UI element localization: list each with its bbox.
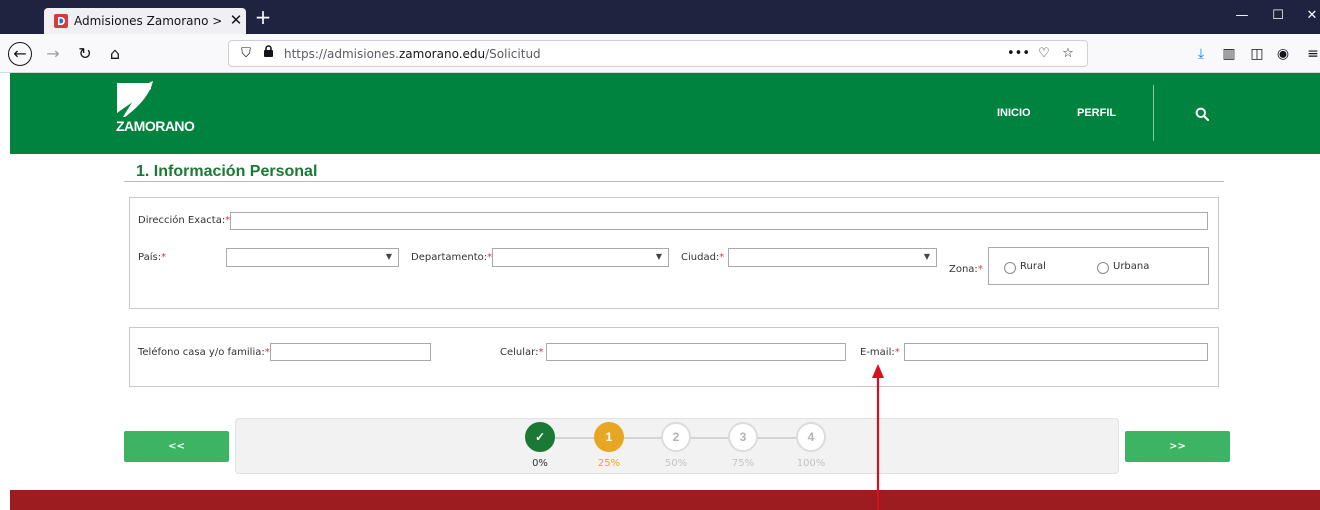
page-actions-icon[interactable]: ••• bbox=[1007, 45, 1030, 63]
step-4: 4 bbox=[796, 422, 826, 452]
zona-urbana-radio[interactable] bbox=[1097, 262, 1109, 274]
step-3: 3 bbox=[728, 422, 758, 452]
next-step-button[interactable]: >> bbox=[1125, 431, 1230, 462]
tab-close-icon[interactable]: ✕ bbox=[228, 11, 244, 29]
zona-urbana-label[interactable]: Urbana bbox=[1113, 261, 1149, 272]
sidebar-icon[interactable]: ◫ bbox=[1246, 43, 1268, 65]
maximize-window-icon[interactable]: ☐ bbox=[1268, 6, 1288, 26]
forward-arrow-icon[interactable]: → bbox=[42, 43, 64, 65]
url-text: https://admisiones.zamorano.edu/Solicitu… bbox=[284, 47, 541, 61]
step-3-percent: 75% bbox=[731, 458, 755, 469]
menu-icon[interactable]: ≡ bbox=[1302, 43, 1320, 65]
site-header: ZAMORANO INICIO PERFIL bbox=[0, 73, 1320, 154]
step-2: 2 bbox=[661, 422, 691, 452]
chevron-down-icon: ▼ bbox=[385, 252, 392, 261]
account-icon[interactable]: ◉ bbox=[1272, 43, 1294, 65]
home-icon[interactable]: ⌂ bbox=[104, 43, 126, 65]
bookmark-star-icon[interactable]: ☆ bbox=[1059, 45, 1077, 63]
shield-icon[interactable]: ⛉ bbox=[237, 45, 255, 63]
menu-link-perfil[interactable]: PERFIL bbox=[1077, 107, 1116, 119]
browser-tab-bar: Admisiones Zamorano > Solicit ✕ + — ☐ ✕ bbox=[0, 0, 1320, 34]
chevron-down-icon: ▼ bbox=[655, 252, 662, 261]
lock-icon[interactable] bbox=[259, 45, 277, 63]
footer-bar bbox=[10, 490, 1320, 510]
ciudad-label: Ciudad:* bbox=[681, 252, 725, 263]
direccion-input[interactable] bbox=[230, 212, 1208, 230]
zona-rural-label[interactable]: Rural bbox=[1020, 261, 1046, 272]
previous-step-button[interactable]: << bbox=[124, 431, 229, 462]
downloads-icon[interactable]: ⤓ bbox=[1190, 43, 1212, 65]
email-label: E-mail:* bbox=[860, 347, 900, 358]
reload-icon[interactable]: ↻ bbox=[74, 43, 96, 65]
celular-input[interactable] bbox=[546, 343, 846, 361]
step-2-percent: 50% bbox=[664, 458, 688, 469]
step-0-percent: 0% bbox=[532, 458, 548, 469]
chevron-down-icon: ▼ bbox=[923, 252, 930, 261]
celular-label: Celular:* bbox=[500, 347, 544, 358]
url-bar[interactable]: ⛉ https://admisiones.zamorano.edu/Solici… bbox=[228, 40, 1088, 67]
page-left-edge bbox=[0, 73, 10, 510]
tab-title: Admisiones Zamorano > Solicit bbox=[74, 14, 224, 28]
departamento-label: Departamento:* bbox=[411, 252, 493, 263]
step-1-current: 1 bbox=[594, 422, 624, 452]
section-divider bbox=[124, 181, 1224, 182]
pais-select[interactable]: ▼ bbox=[226, 248, 399, 267]
departamento-select[interactable]: ▼ bbox=[492, 248, 669, 267]
menu-divider bbox=[1153, 85, 1154, 141]
site-favicon-icon bbox=[54, 14, 68, 28]
browser-toolbar: ← → ↻ ⌂ ⛉ https://admisiones.zamorano.ed… bbox=[0, 34, 1320, 73]
ciudad-select[interactable]: ▼ bbox=[728, 248, 937, 267]
section-title: 1. Información Personal bbox=[136, 163, 318, 180]
pocket-icon[interactable]: ♡ bbox=[1035, 45, 1053, 63]
zona-rural-radio[interactable] bbox=[1004, 262, 1016, 274]
step-4-percent: 100% bbox=[796, 458, 826, 469]
search-icon[interactable] bbox=[1195, 107, 1209, 121]
email-input[interactable] bbox=[904, 343, 1208, 361]
telefono-label: Teléfono casa y/o familia:* bbox=[138, 347, 270, 358]
annotation-arrow-icon bbox=[872, 364, 884, 510]
browser-tab[interactable]: Admisiones Zamorano > Solicit ✕ bbox=[44, 8, 246, 34]
new-tab-button[interactable]: + bbox=[252, 4, 274, 30]
minimize-window-icon[interactable]: — bbox=[1232, 6, 1252, 26]
close-window-icon[interactable]: ✕ bbox=[1302, 6, 1320, 26]
telefono-input[interactable] bbox=[270, 343, 431, 361]
zona-radio-group: Rural Urbana bbox=[988, 247, 1209, 285]
step-0-done-check-icon: ✓ bbox=[525, 422, 555, 452]
zona-label: Zona:* bbox=[949, 264, 983, 275]
pais-label: País:* bbox=[138, 252, 167, 263]
direccion-label: Dirección Exacta:* bbox=[138, 215, 231, 226]
menu-link-inicio[interactable]: INICIO bbox=[997, 107, 1031, 119]
back-arrow-icon[interactable]: ← bbox=[8, 42, 32, 66]
step-1-percent: 25% bbox=[597, 458, 621, 469]
library-icon[interactable]: ▥ bbox=[1218, 43, 1240, 65]
logo-text[interactable]: ZAMORANO bbox=[116, 118, 195, 134]
